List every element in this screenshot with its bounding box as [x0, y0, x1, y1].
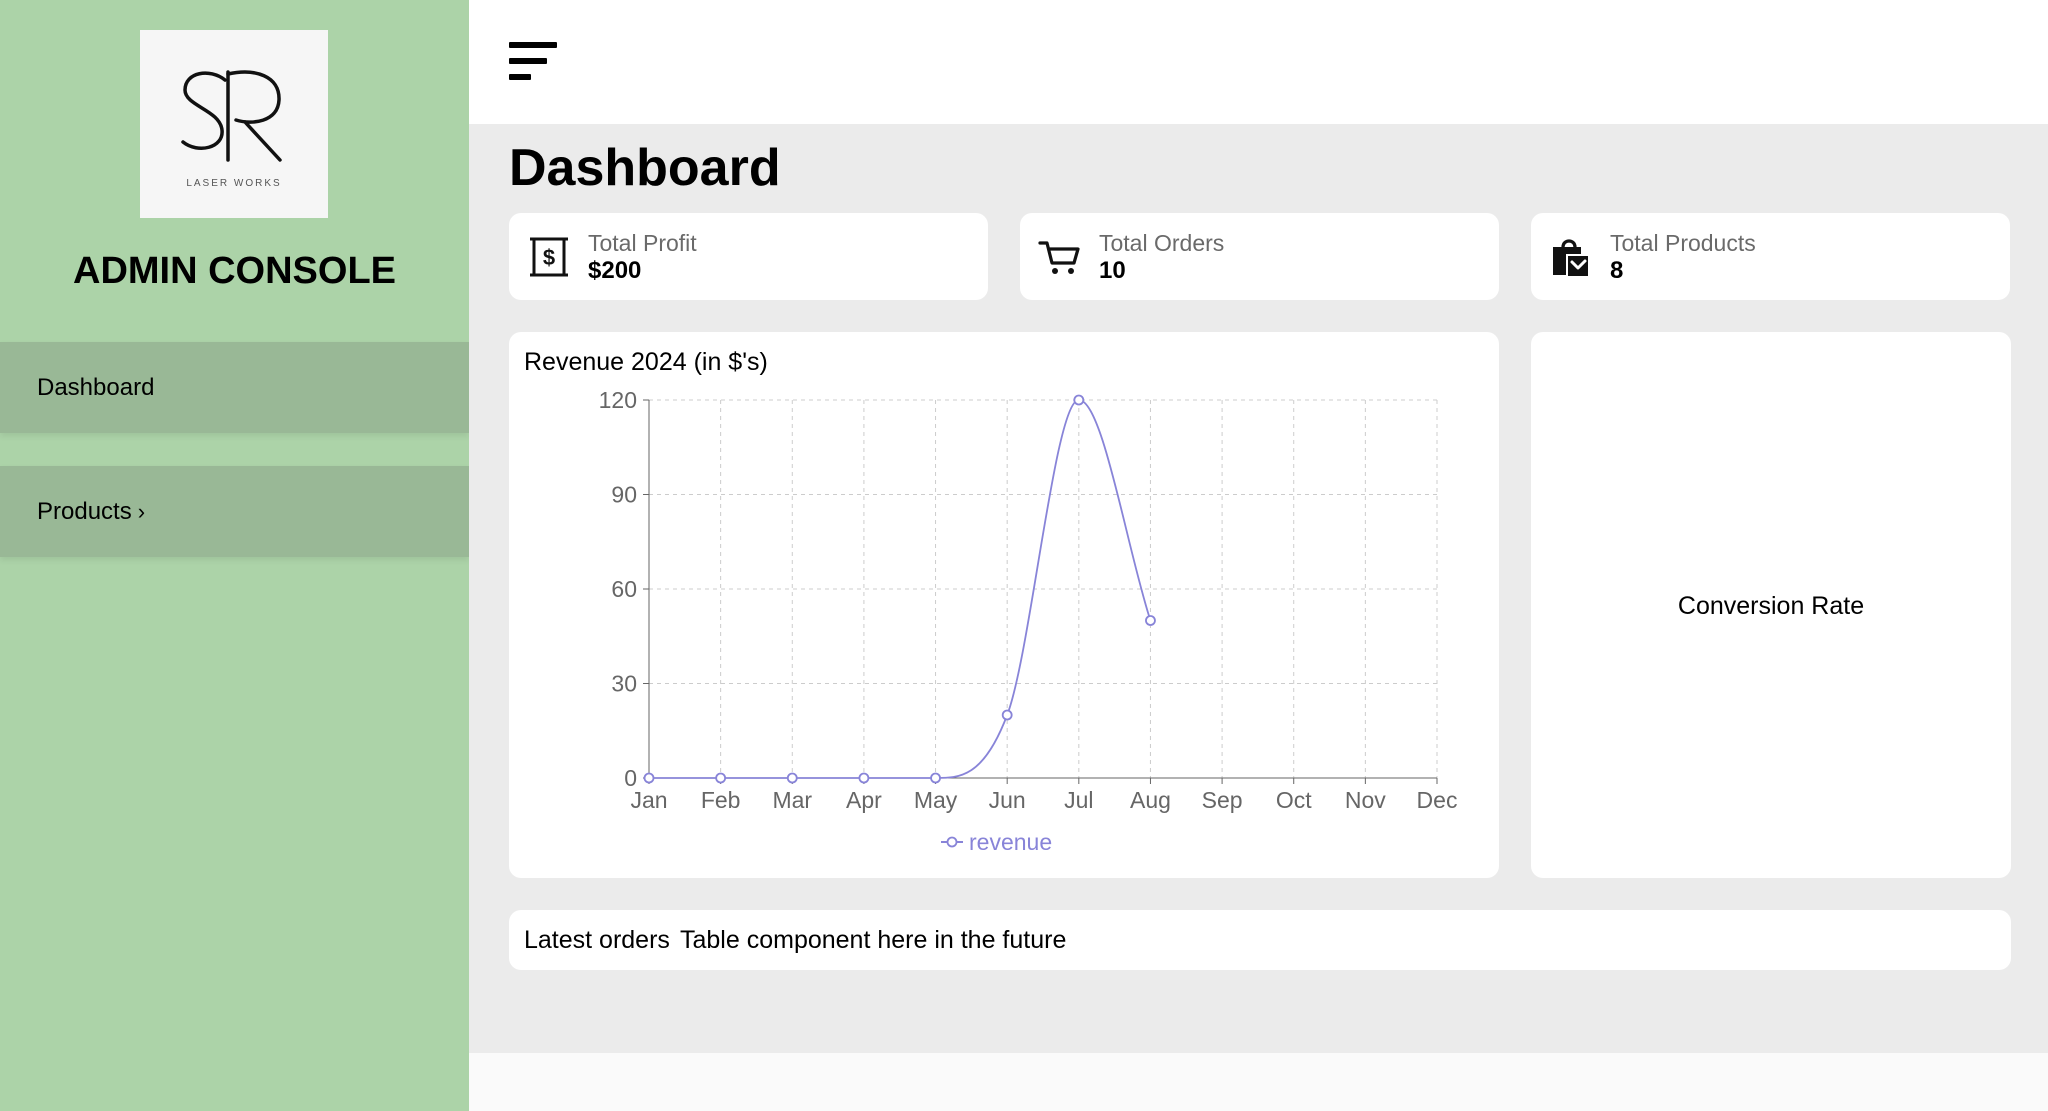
- data-point: [786, 772, 798, 784]
- x-tick-label: Sep: [1202, 787, 1243, 813]
- main-content: Dashboard $ Total Profit $200 Total Orde…: [469, 0, 2048, 1111]
- dollar-bill-icon: $: [530, 237, 568, 277]
- x-tick-label: Apr: [846, 787, 882, 813]
- stat-label: Total Orders: [1099, 230, 1225, 256]
- latest-orders-title: Latest orders: [524, 926, 670, 954]
- brand-logo: LASER WORKS: [140, 30, 328, 218]
- data-point: [930, 772, 941, 784]
- x-tick-label: Jun: [989, 787, 1026, 813]
- sidebar-item-label: Dashboard: [37, 374, 155, 401]
- x-tick-label: Nov: [1345, 787, 1386, 813]
- x-tick-label: Aug: [1130, 787, 1171, 813]
- svg-text:$: $: [543, 245, 555, 270]
- revenue-chart: 0306090120Jan Feb Mar Apr May Jun Jul Aug Sep Oct…: [599, 387, 1458, 855]
- y-tick-label: 60: [611, 576, 637, 602]
- sidebar-item-label: Products: [37, 498, 132, 525]
- latest-orders-placeholder: Table component here in the future: [680, 926, 1067, 954]
- data-point: [715, 772, 727, 784]
- page-title: Dashboard: [509, 139, 781, 197]
- data-point: [1073, 394, 1085, 406]
- app-title: ADMIN CONSOLE: [73, 250, 396, 292]
- sidebar: LASER WORKS ADMIN CONSOLE Dashboard Prod…: [0, 0, 469, 1111]
- stat-label: Total Profit: [588, 230, 697, 256]
- legend-marker-icon: [946, 836, 958, 848]
- stat-card-total-profit: $ Total Profit $200: [509, 213, 988, 300]
- x-tick-label: Dec: [1417, 787, 1458, 813]
- y-tick-label: 30: [611, 671, 637, 697]
- logo-monogram-icon: [181, 70, 282, 162]
- data-point: [1001, 709, 1013, 721]
- logo-subtitle: LASER WORKS: [186, 178, 282, 189]
- x-tick-label: Mar: [772, 787, 812, 813]
- sidebar-item-dashboard[interactable]: Dashboard: [0, 342, 469, 433]
- sidebar-item-products[interactable]: Products ›: [0, 466, 469, 557]
- cart-icon: [1038, 241, 1080, 274]
- shopping-bag-icon: [1553, 239, 1590, 278]
- stat-card-total-products: Total Products 8: [1531, 213, 2010, 300]
- menu-icon[interactable]: [509, 40, 561, 82]
- latest-orders-card: Latest orders Table component here in th…: [509, 910, 2011, 970]
- conversion-rate-label: Conversion Rate: [1677, 592, 1865, 620]
- stat-label: Total Products: [1610, 230, 1756, 256]
- x-tick-label: Jan: [630, 787, 667, 813]
- x-tick-label: Oct: [1276, 787, 1312, 813]
- top-bar: [469, 0, 2048, 124]
- stat-card-total-orders: Total Orders 10: [1020, 213, 1499, 300]
- stat-value: 8: [1610, 257, 1624, 284]
- revenue-chart-card: Revenue 2024 (in $'s) 0 30 60 90 120 Jan Feb Ma…: [509, 332, 1499, 878]
- data-point: [1145, 615, 1156, 626]
- data-point: [858, 772, 870, 784]
- stat-value: 10: [1099, 257, 1126, 284]
- y-tick-label: 120: [599, 387, 637, 413]
- legend-label: revenue: [969, 829, 1052, 855]
- stat-value: $200: [588, 257, 642, 284]
- y-tick-label: 90: [611, 482, 637, 508]
- conversion-rate-card: Conversion Rate: [1531, 332, 2011, 878]
- x-tick-label: Jul: [1064, 787, 1093, 813]
- chevron-right-icon: ›: [137, 499, 146, 524]
- bottom-bar: [469, 1053, 2048, 1111]
- x-tick-label: May: [914, 787, 958, 813]
- x-tick-label: Feb: [701, 787, 741, 813]
- data-point: [643, 772, 655, 784]
